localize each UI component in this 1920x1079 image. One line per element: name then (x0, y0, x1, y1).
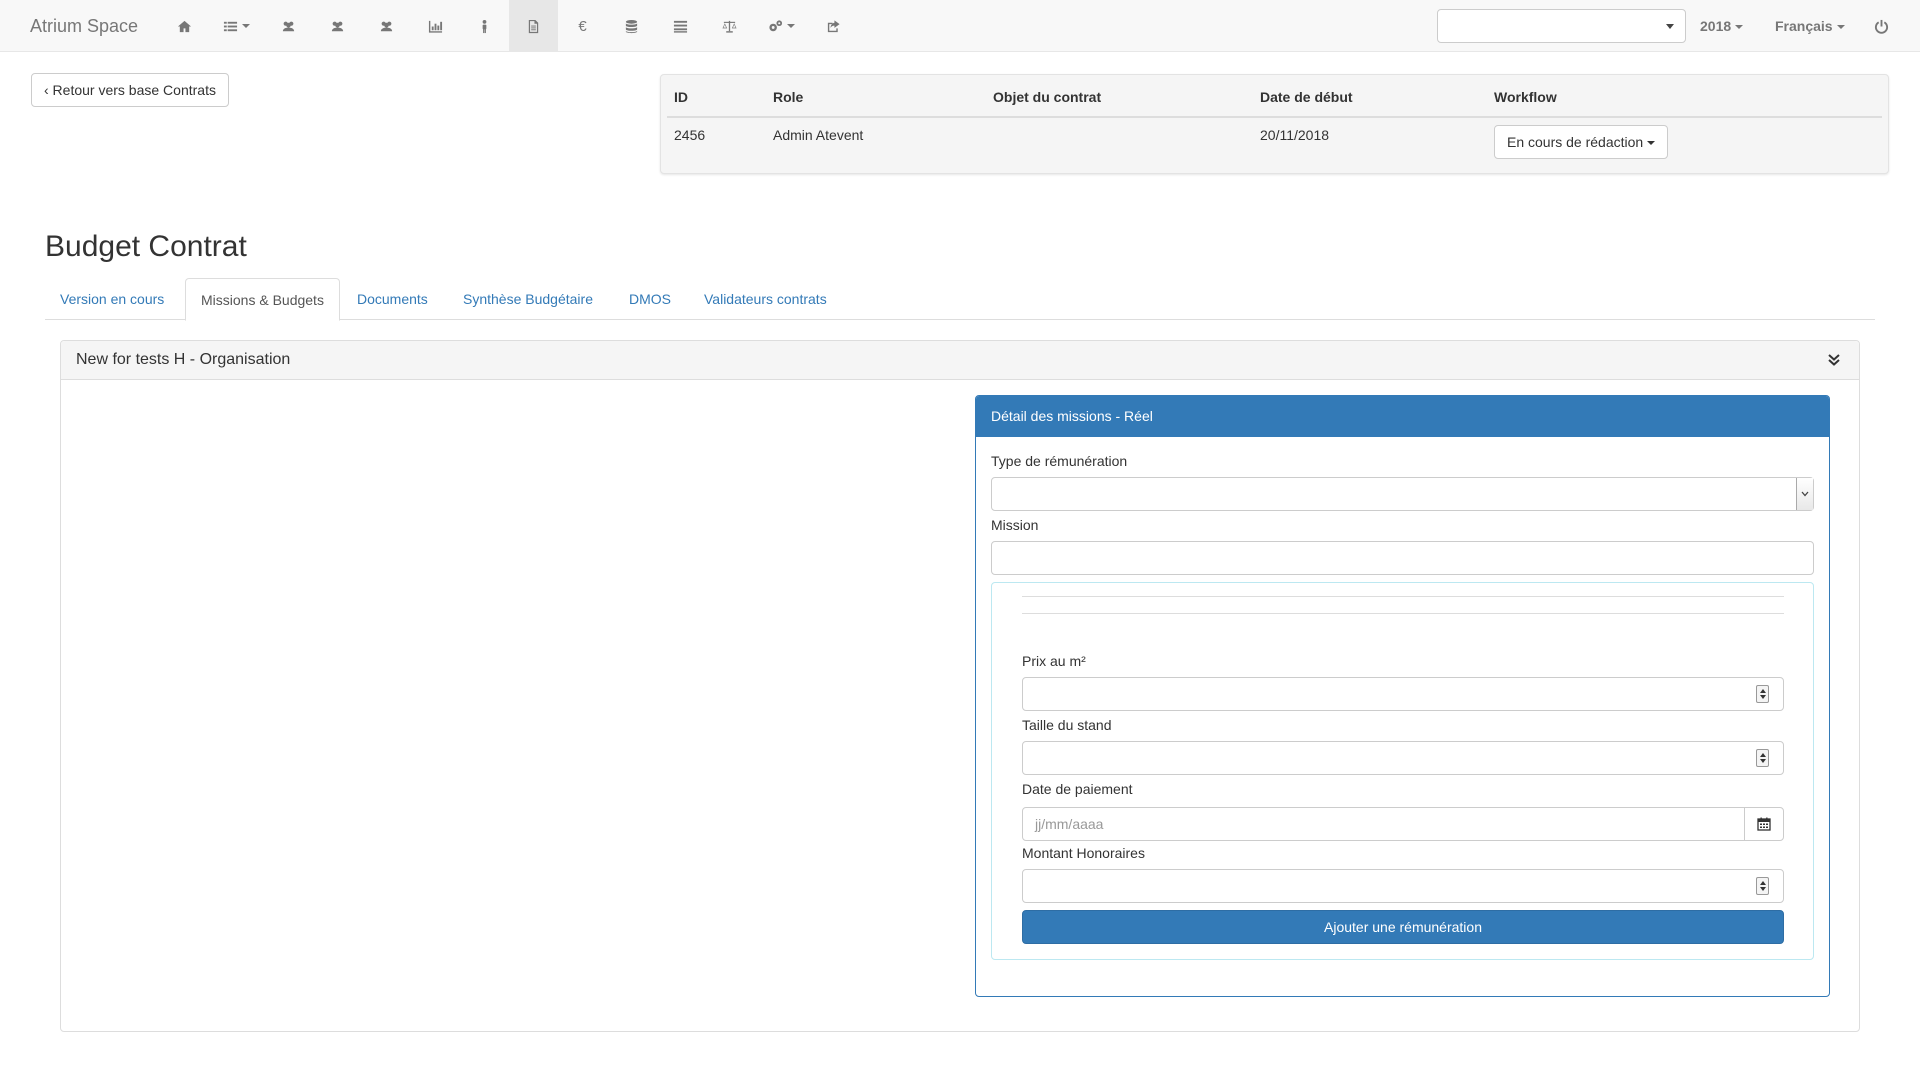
nav-users-3[interactable] (362, 0, 411, 52)
back-to-contracts-button[interactable]: ‹ Retour vers base Contrats (31, 73, 229, 107)
organisation-panel: New for tests H - Organisation Détail de… (60, 340, 1860, 1032)
nav-person[interactable] (460, 0, 509, 52)
tab-bar: Version en cours Missions & Budgets Docu… (45, 278, 1875, 321)
list-menu-icon (223, 21, 238, 31)
nav-users-2[interactable] (313, 0, 362, 52)
year-dropdown[interactable]: 2018 (1700, 0, 1744, 52)
cell-date: 20/11/2018 (1260, 127, 1330, 143)
contract-info-table: ID Role Objet du contrat Date de début W… (660, 74, 1889, 174)
type-remuneration-label: Type de rémunération (991, 453, 1128, 469)
nav-gears[interactable] (754, 0, 809, 52)
mission-detail-panel: Détail des missions - Réel Type de rémun… (975, 395, 1830, 997)
logout-button[interactable] (1874, 0, 1889, 52)
chart-icon (428, 20, 443, 33)
nav-database[interactable] (607, 0, 656, 52)
number-spinner-icon[interactable] (1756, 749, 1769, 767)
mission-input[interactable] (991, 541, 1814, 575)
nav-euro[interactable]: € (558, 0, 607, 52)
chevron-down-icon (242, 24, 250, 28)
nav-document[interactable] (509, 0, 558, 52)
workflow-label: En cours de rédaction (1507, 134, 1644, 150)
nav-chart[interactable] (411, 0, 460, 52)
date-paiement-placeholder: jj/mm/aaaa (1035, 816, 1104, 832)
chevron-down-icon (787, 24, 795, 28)
table-header-divider (667, 116, 1882, 118)
language-label: Français (1775, 18, 1833, 34)
chevron-down-icon (1666, 24, 1674, 29)
nav-scale[interactable] (705, 0, 754, 52)
organisation-panel-header[interactable]: New for tests H - Organisation (61, 341, 1859, 380)
mission-detail-title: Détail des missions - Réel (991, 408, 1153, 424)
power-icon (1874, 19, 1889, 34)
users-icon (380, 21, 393, 31)
taille-stand-label: Taille du stand (1022, 717, 1112, 733)
tab-synthese-budgetaire[interactable]: Synthèse Budgétaire (448, 278, 608, 320)
users-icon (331, 21, 344, 31)
divider (1022, 613, 1784, 614)
header-date: Date de début (1260, 89, 1353, 105)
scale-icon (722, 20, 737, 33)
nav-list-menu[interactable] (209, 0, 264, 52)
mission-detail-header: Détail des missions - Réel (976, 396, 1829, 437)
tab-validateurs-contrats[interactable]: Validateurs contrats (689, 278, 842, 320)
share-icon (827, 19, 840, 32)
page-title: Budget Contrat (45, 230, 247, 263)
number-spinner-icon[interactable] (1756, 877, 1769, 895)
header-workflow: Workflow (1494, 89, 1557, 105)
top-navbar: Atrium Space € 2018 Français (0, 0, 1920, 52)
cell-role: Admin Atevent (773, 127, 864, 143)
add-remuneration-button[interactable]: Ajouter une rémunération (1022, 910, 1784, 944)
tab-documents[interactable]: Documents (342, 278, 443, 320)
prix-m2-label: Prix au m² (1022, 653, 1086, 669)
divider (1022, 596, 1784, 597)
tab-missions-budgets[interactable]: Missions & Budgets (185, 278, 340, 321)
header-id: ID (674, 89, 688, 105)
montant-honoraires-input[interactable] (1022, 869, 1784, 903)
year-label: 2018 (1700, 18, 1732, 34)
database-icon (625, 19, 638, 33)
person-icon (482, 19, 487, 33)
tab-dmos[interactable]: DMOS (614, 278, 686, 320)
tab-version-en-cours[interactable]: Version en cours (45, 278, 179, 320)
nav-home[interactable] (160, 0, 209, 52)
mission-label: Mission (991, 517, 1039, 533)
gears-icon (769, 19, 783, 31)
calendar-icon (1757, 817, 1771, 831)
euro-icon: € (578, 17, 587, 35)
chevron-down-icon (1735, 25, 1744, 30)
nav-icon-bar: € (160, 0, 858, 52)
montant-honoraires-label: Montant Honoraires (1022, 845, 1145, 861)
chevron-down-icon (1801, 491, 1809, 497)
date-paiement-label: Date de paiement (1022, 781, 1133, 797)
nav-users-1[interactable] (264, 0, 313, 52)
workflow-dropdown-button[interactable]: En cours de rédaction (1494, 125, 1669, 159)
nav-search-select[interactable] (1437, 9, 1686, 43)
organisation-panel-title: New for tests H - Organisation (76, 351, 291, 368)
language-dropdown[interactable]: Français (1775, 0, 1845, 52)
double-chevron-down-icon[interactable] (1827, 353, 1841, 367)
header-role: Role (773, 89, 804, 105)
select-arrow[interactable] (1796, 478, 1813, 510)
chevron-down-icon (1647, 141, 1656, 146)
document-icon (528, 19, 539, 33)
chevron-down-icon (1836, 25, 1845, 30)
nav-share[interactable] (809, 0, 858, 52)
users-icon (282, 21, 295, 31)
prix-m2-input[interactable] (1022, 677, 1784, 711)
type-remuneration-select[interactable] (991, 477, 1814, 511)
brand-title[interactable]: Atrium Space (30, 0, 138, 52)
home-icon (177, 20, 192, 32)
nav-list[interactable] (656, 0, 705, 52)
number-spinner-icon[interactable] (1756, 685, 1769, 703)
date-paiement-input[interactable]: jj/mm/aaaa (1022, 807, 1745, 841)
taille-stand-input[interactable] (1022, 741, 1784, 775)
cell-id: 2456 (674, 127, 706, 143)
list-icon (673, 20, 688, 33)
remuneration-form: Prix au m² Taille du stand Date de paiem… (991, 582, 1814, 960)
header-objet: Objet du contrat (993, 89, 1102, 105)
date-picker-button[interactable] (1744, 807, 1784, 841)
